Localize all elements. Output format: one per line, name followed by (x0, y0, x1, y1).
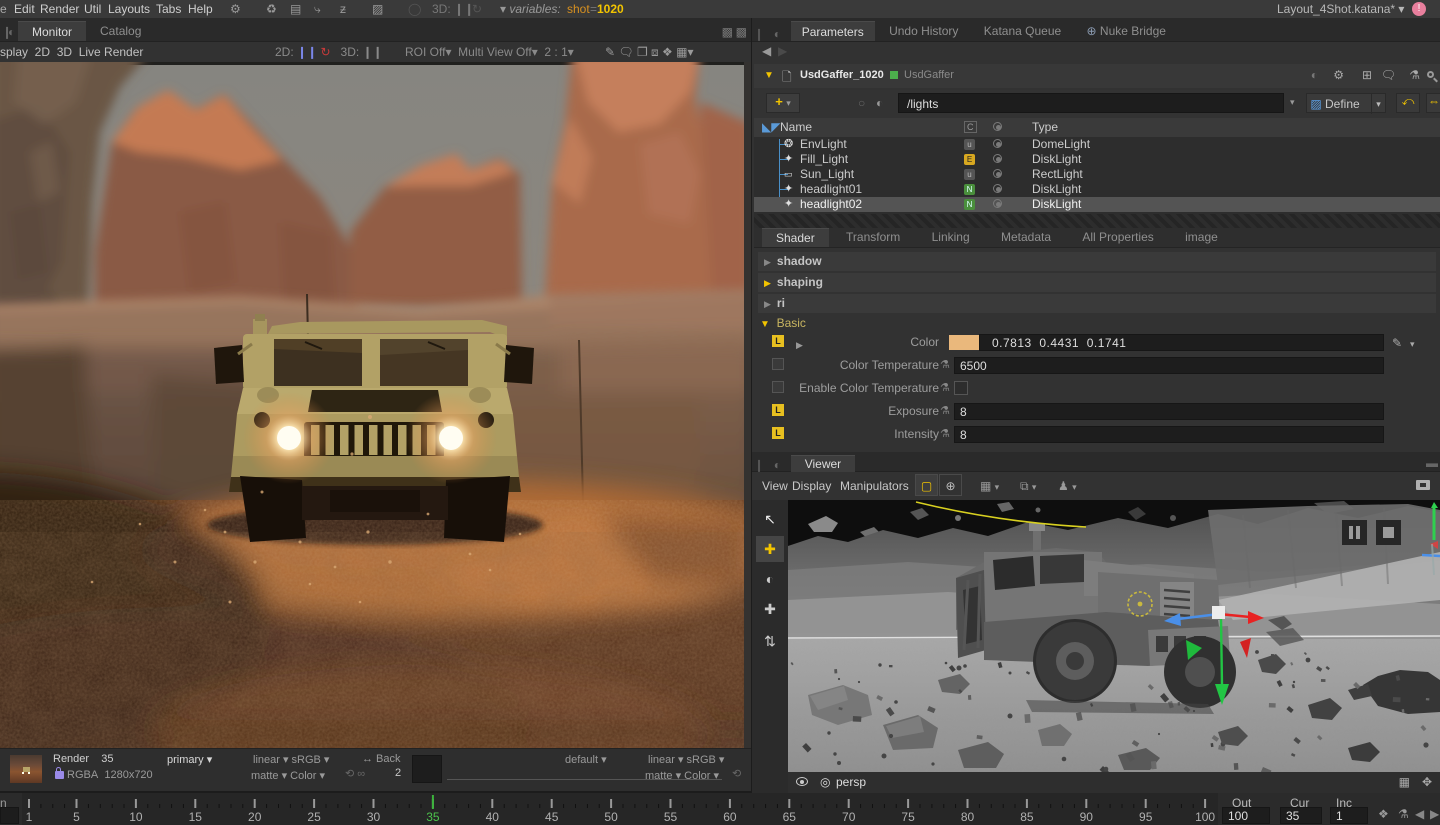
svg-text:15: 15 (189, 810, 203, 824)
svg-text:90: 90 (1080, 810, 1094, 824)
svg-text:80: 80 (961, 810, 975, 824)
svg-text:35: 35 (426, 810, 440, 824)
svg-text:55: 55 (664, 810, 678, 824)
svg-text:45: 45 (545, 810, 559, 824)
svg-text:20: 20 (248, 810, 262, 824)
svg-text:65: 65 (783, 810, 797, 824)
svg-text:75: 75 (901, 810, 915, 824)
svg-text:70: 70 (842, 810, 856, 824)
svg-text:40: 40 (486, 810, 500, 824)
svg-text:25: 25 (307, 810, 321, 824)
svg-text:50: 50 (604, 810, 618, 824)
svg-text:100: 100 (1195, 810, 1215, 824)
svg-text:1: 1 (26, 810, 33, 824)
svg-text:30: 30 (367, 810, 381, 824)
svg-text:5: 5 (73, 810, 80, 824)
svg-text:60: 60 (723, 810, 737, 824)
svg-text:10: 10 (129, 810, 143, 824)
svg-text:85: 85 (1020, 810, 1034, 824)
svg-text:95: 95 (1139, 810, 1153, 824)
